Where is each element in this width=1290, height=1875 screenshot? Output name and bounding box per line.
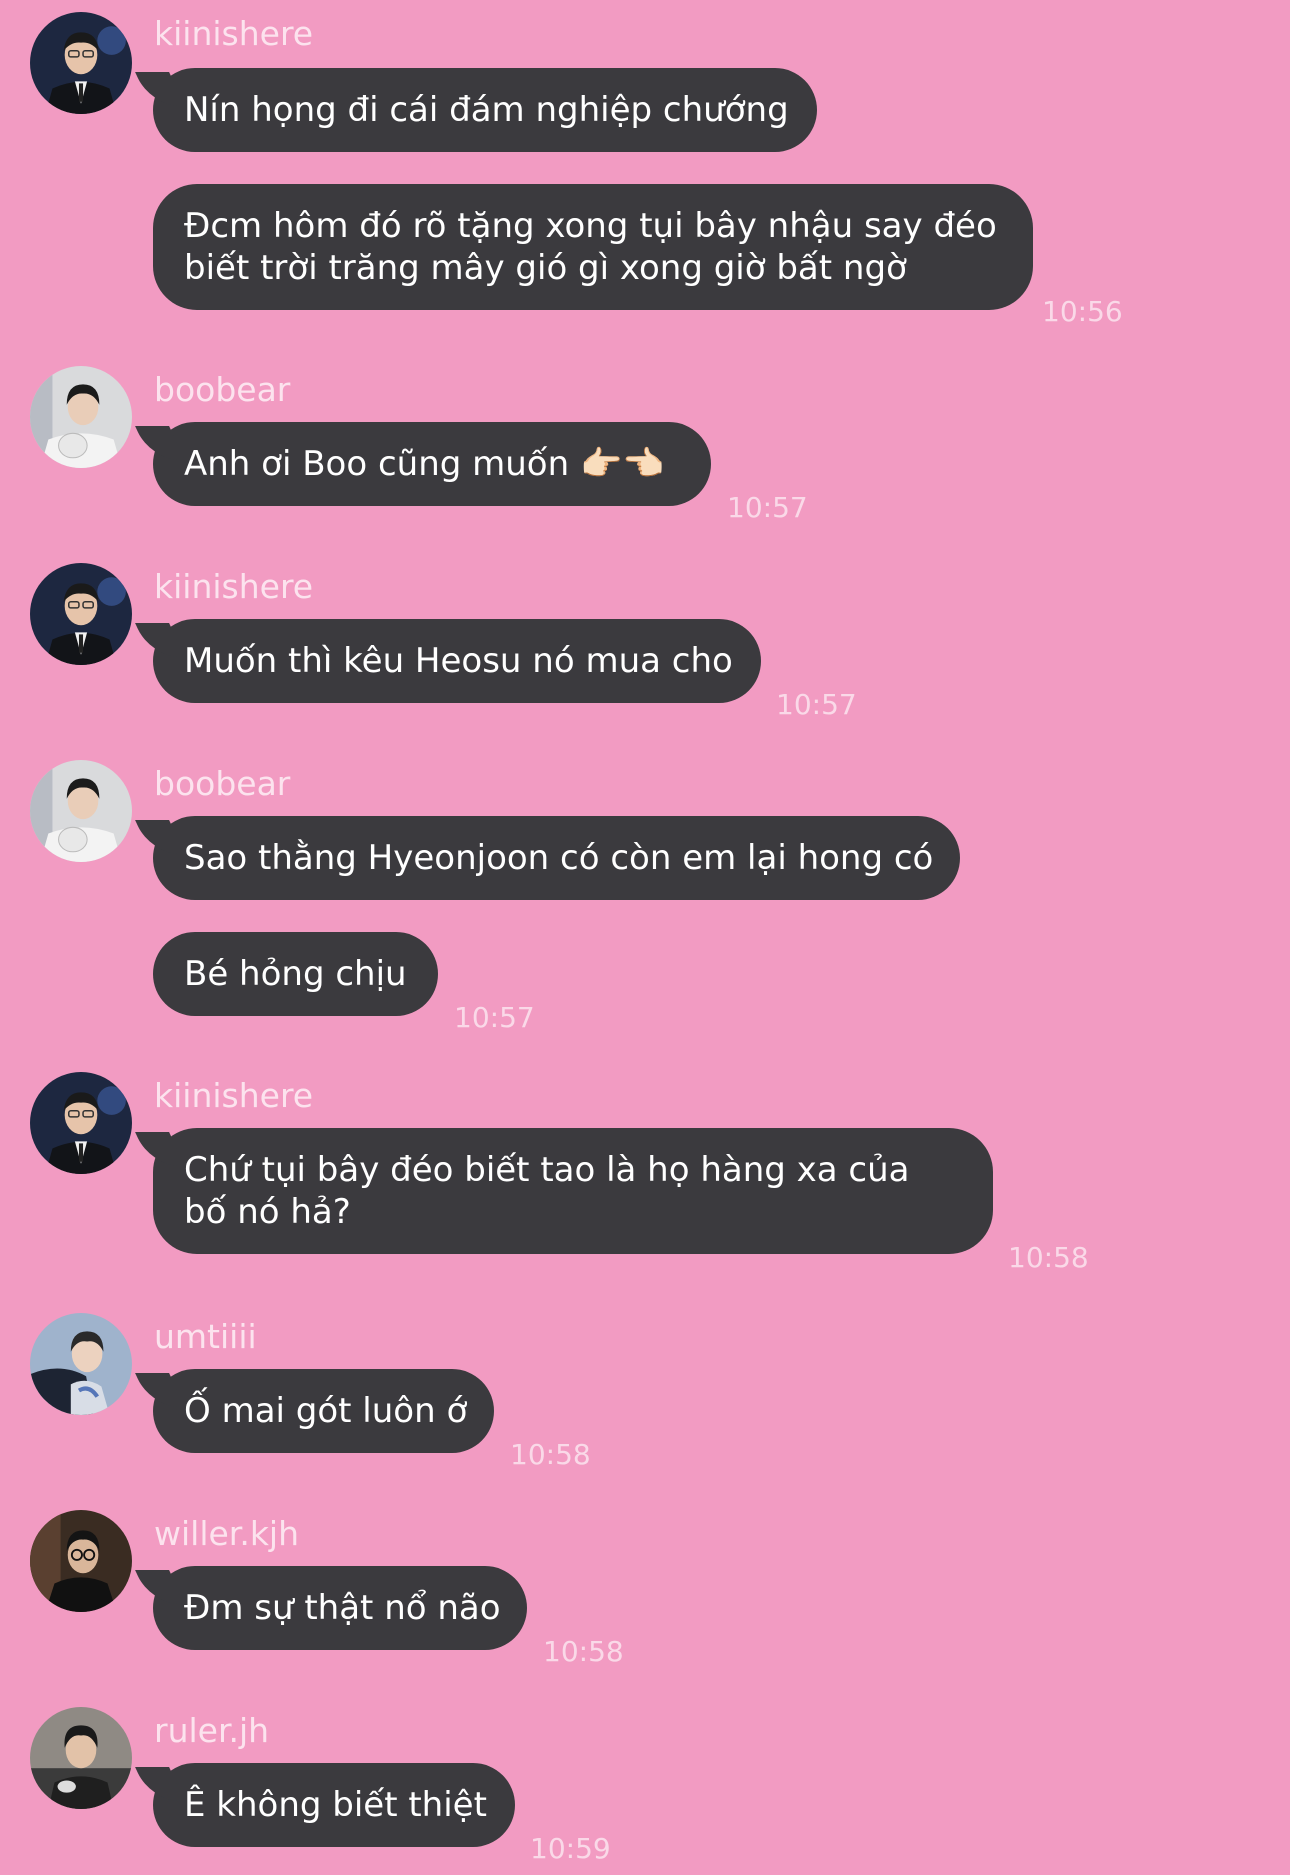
sender-name: kiinishere <box>154 14 314 53</box>
sender-name: kiinishere <box>154 567 314 606</box>
umtiiii-avatar[interactable] <box>30 1313 132 1415</box>
message-text: Đm sự thật nổ não <box>184 1588 501 1628</box>
message-bubble[interactable]: Nín họng đi cái đám nghiệp chướng <box>153 68 817 152</box>
sender-name: boobear <box>154 764 291 803</box>
kiin-avatar[interactable] <box>30 12 132 114</box>
ruler-avatar[interactable] <box>30 1707 132 1809</box>
message-bubble[interactable]: Sao thằng Hyeonjoon có còn em lại hong c… <box>153 816 960 900</box>
message-text: Ố mai gót luôn ớ <box>184 1391 468 1431</box>
boobear-avatar[interactable] <box>30 760 132 862</box>
message-time: 10:57 <box>776 688 857 721</box>
message-time: 10:58 <box>543 1635 624 1668</box>
message-time: 10:56 <box>1042 295 1123 328</box>
message-text: Anh ơi Boo cũng muốn 👉🏻👈🏻 <box>184 444 665 484</box>
sender-name: willer.kjh <box>154 1514 300 1553</box>
message-bubble[interactable]: Anh ơi Boo cũng muốn 👉🏻👈🏻 <box>153 422 711 506</box>
message-time: 10:59 <box>530 1832 611 1865</box>
message-time: 10:58 <box>1008 1241 1089 1274</box>
chat-thread: kiinishere Nín họng đi cái đám nghiệp ch… <box>0 0 1290 1875</box>
message-text: Chứ tụi bây đéo biết tao là họ hàng xa c… <box>184 1150 910 1232</box>
message-text: Nín họng đi cái đám nghiệp chướng <box>184 90 789 130</box>
message-text: Sao thằng Hyeonjoon có còn em lại hong c… <box>184 838 934 878</box>
message-bubble[interactable]: Ố mai gót luôn ớ <box>153 1369 494 1453</box>
message-time: 10:57 <box>454 1001 535 1034</box>
message-bubble[interactable]: Muốn thì kêu Heosu nó mua cho <box>153 619 761 703</box>
message-text: Muốn thì kêu Heosu nó mua cho <box>184 641 733 681</box>
message-text: Ê không biết thiệt <box>184 1785 487 1825</box>
message-text: Bé hỏng chịu <box>184 954 407 994</box>
message-bubble[interactable]: Bé hỏng chịu <box>153 932 438 1016</box>
willer-avatar[interactable] <box>30 1510 132 1612</box>
message-bubble[interactable]: Đcm hôm đó rõ tặng xong tụi bây nhậu say… <box>153 184 1033 310</box>
boobear-avatar[interactable] <box>30 366 132 468</box>
sender-name: ruler.jh <box>154 1711 270 1750</box>
message-bubble[interactable]: Ê không biết thiệt <box>153 1763 515 1847</box>
kiin-avatar[interactable] <box>30 563 132 665</box>
sender-name: kiinishere <box>154 1076 314 1115</box>
message-time: 10:57 <box>727 491 808 524</box>
sender-name: boobear <box>154 370 291 409</box>
sender-name: umtiiii <box>154 1317 257 1356</box>
message-bubble[interactable]: Đm sự thật nổ não <box>153 1566 527 1650</box>
message-time: 10:58 <box>510 1438 591 1471</box>
message-bubble[interactable]: Chứ tụi bây đéo biết tao là họ hàng xa c… <box>153 1128 993 1254</box>
kiin-avatar[interactable] <box>30 1072 132 1174</box>
message-text: Đcm hôm đó rõ tặng xong tụi bây nhậu say… <box>184 206 997 288</box>
